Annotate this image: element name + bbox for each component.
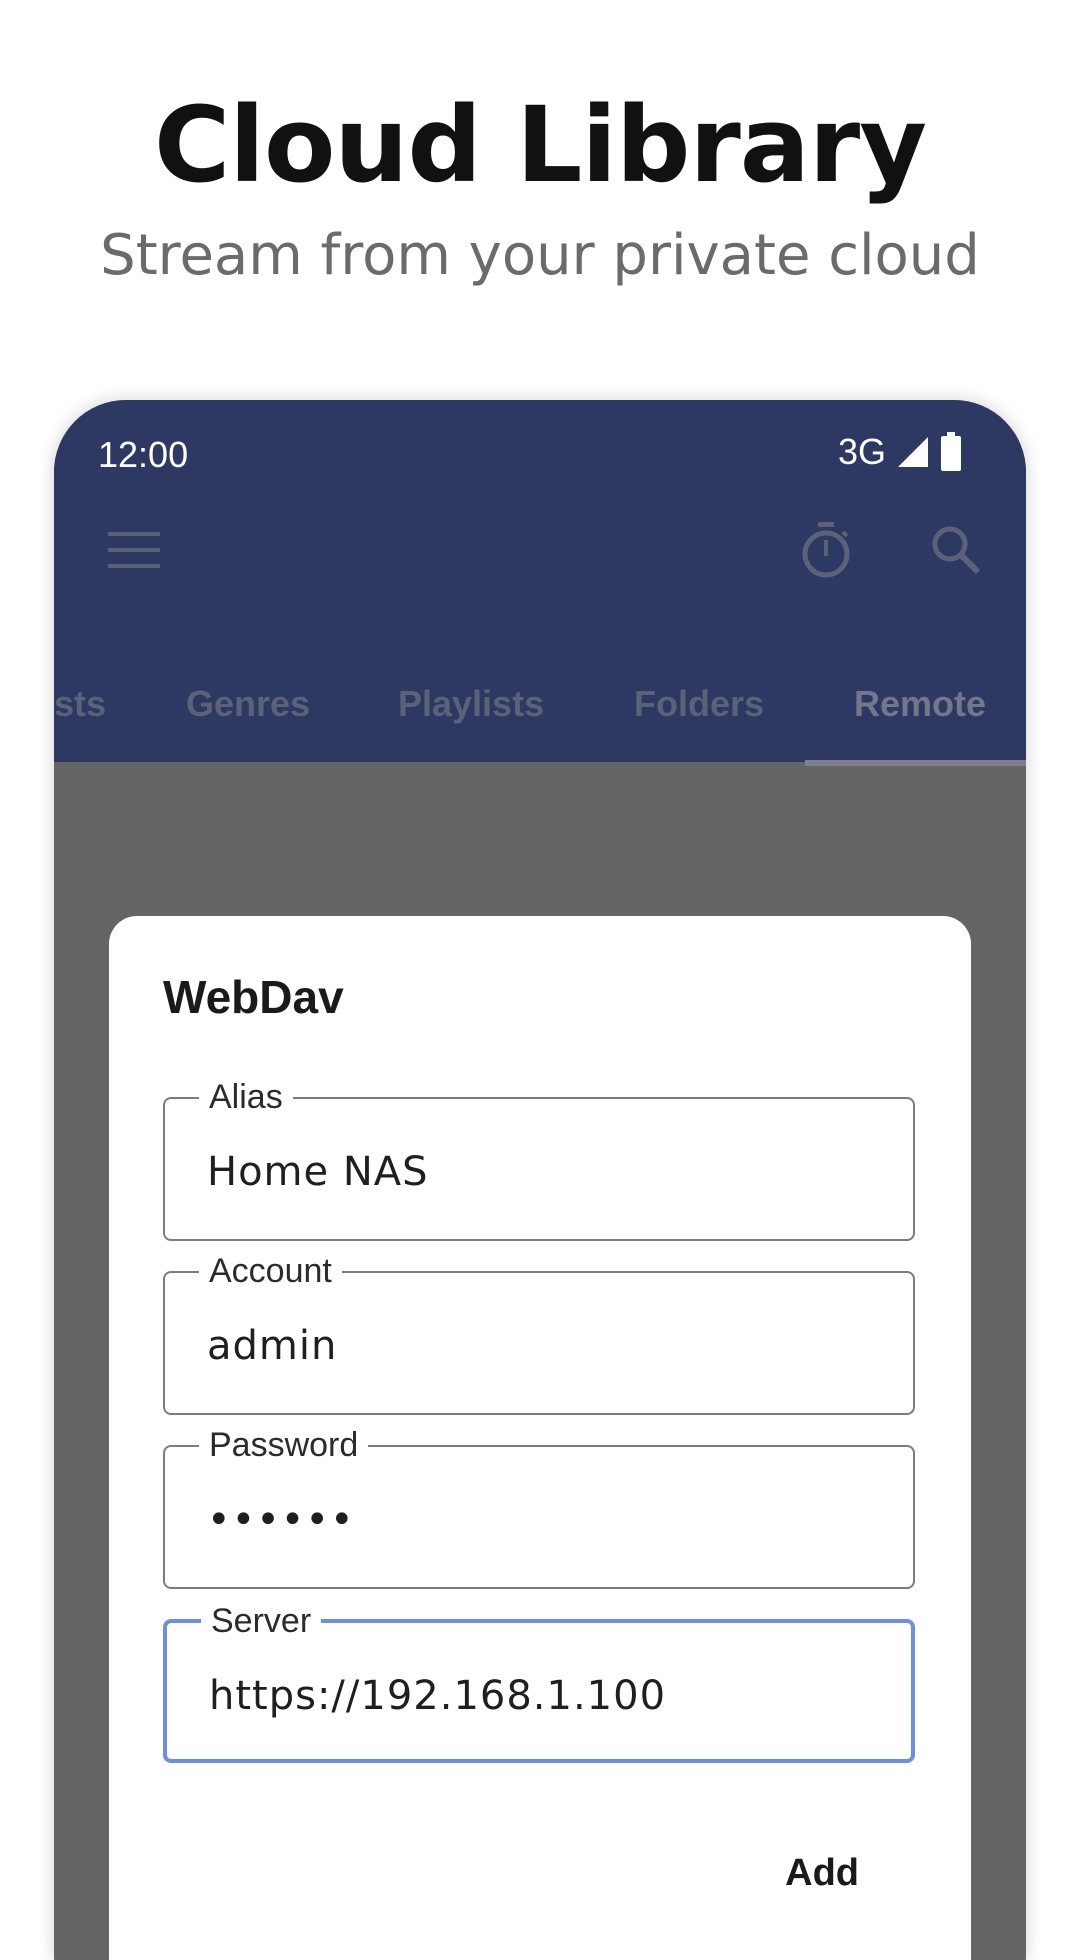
account-field[interactable]: Account admin [163,1249,915,1415]
battery-icon [941,432,961,471]
add-button[interactable]: Add [785,1852,859,1895]
search-icon[interactable] [924,518,988,582]
tab-genres[interactable]: Genres [186,652,310,756]
timer-icon[interactable] [794,518,858,582]
server-field[interactable]: Server https://192.168.1.100 [163,1599,915,1763]
password-field[interactable]: Password •••••• [163,1423,915,1589]
promo-subtitle: Stream from your private cloud [100,223,980,288]
webdav-dialog: WebDav Alias Home NAS Account admin Pass… [109,916,971,1960]
phone-frame: 12:00 3G sts Genres Playlists Folders Re… [54,400,1026,1960]
account-value: admin [207,1323,338,1369]
tab-folders[interactable]: Folders [634,652,764,756]
status-icons: 3G [838,430,962,474]
status-time: 12:00 [98,434,189,475]
password-value: •••••• [207,1497,355,1543]
app-bar: 12:00 3G sts Genres Playlists Folders Re… [54,400,1026,762]
tab-indicator [805,760,1026,766]
tab-playlists[interactable]: Playlists [398,652,544,756]
alias-field[interactable]: Alias Home NAS [163,1075,915,1241]
alias-label: Alias [199,1075,293,1119]
tab-remote[interactable]: Remote [854,652,986,756]
menu-icon[interactable] [102,518,166,582]
tab-bar: sts Genres Playlists Folders Remote [54,652,1026,762]
server-value: https://192.168.1.100 [209,1673,667,1719]
account-label: Account [199,1249,342,1293]
server-label: Server [201,1599,322,1643]
promo-title: Cloud Library [153,84,927,206]
alias-value: Home NAS [207,1149,429,1195]
dialog-title: WebDav [163,971,344,1023]
tab-artists[interactable]: sts [54,652,106,756]
signal-icon [898,437,928,467]
password-label: Password [199,1423,369,1467]
network-type: 3G [837,431,886,472]
